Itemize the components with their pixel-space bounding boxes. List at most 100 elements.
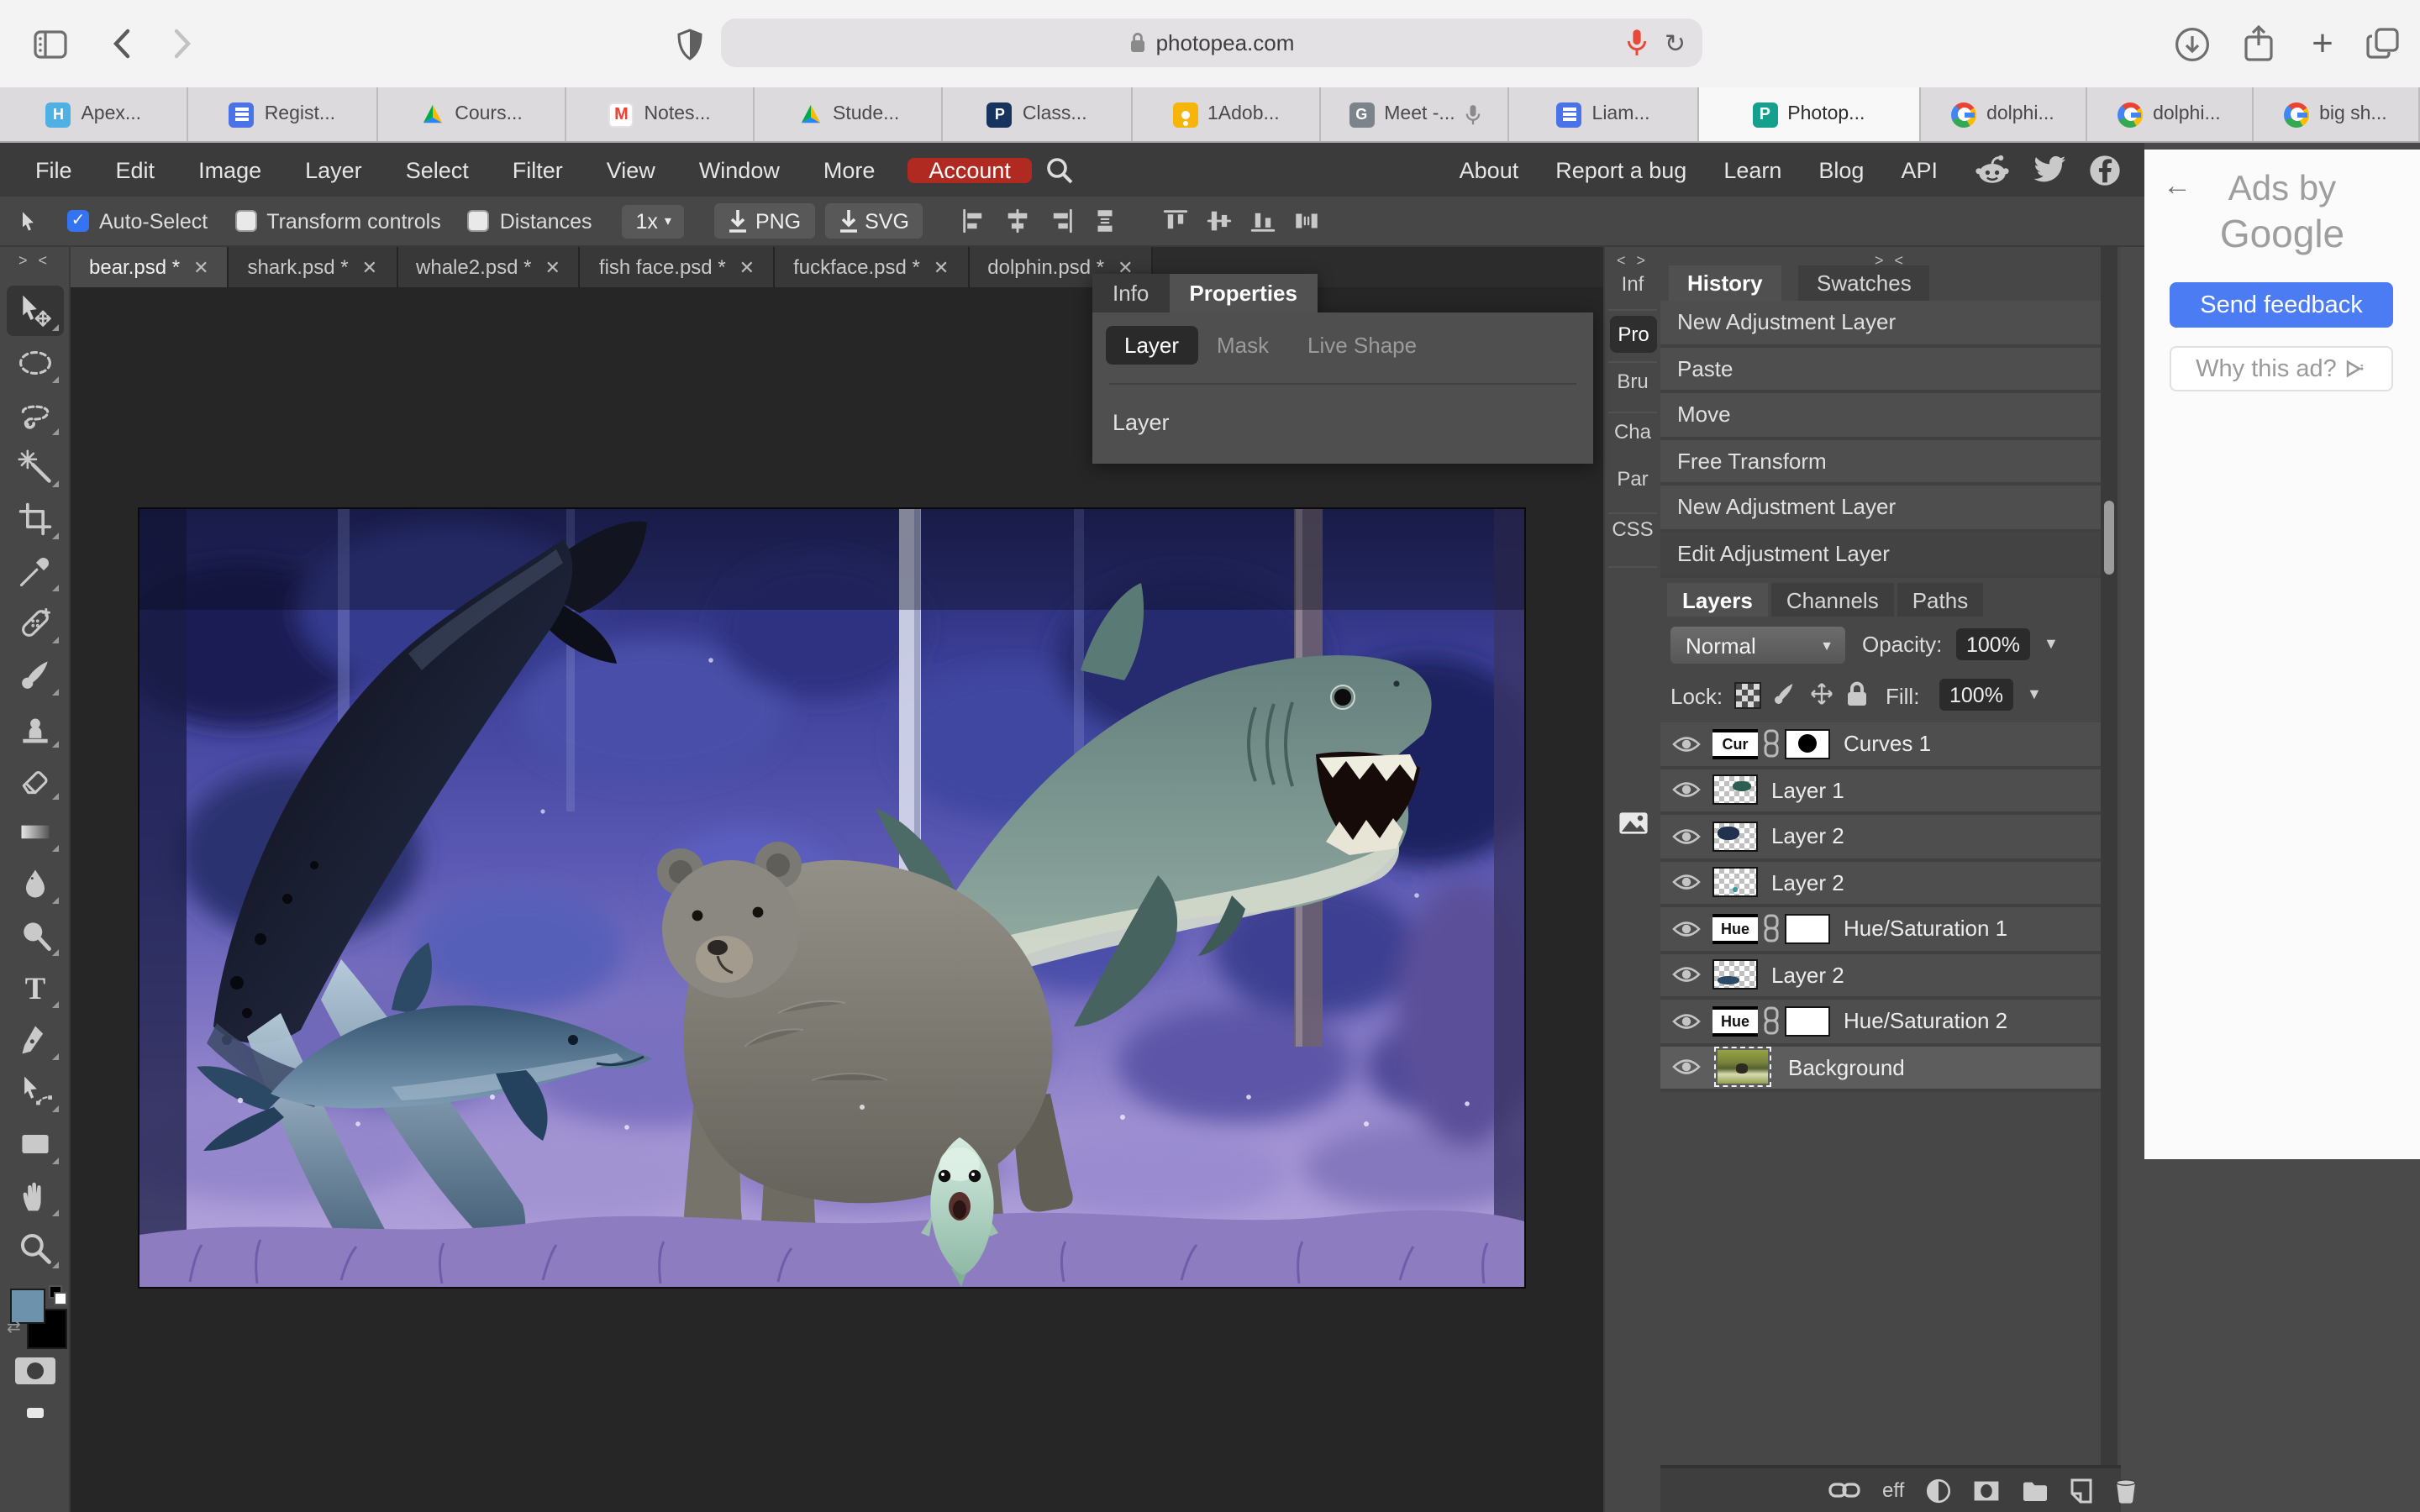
menu-file[interactable]: File bbox=[13, 157, 94, 182]
magic-wand-tool[interactable] bbox=[7, 442, 64, 492]
mask-thumbnail[interactable] bbox=[1785, 1006, 1830, 1037]
tab-properties[interactable]: Properties bbox=[1169, 274, 1318, 312]
layer-row-curves-1[interactable]: CurCurves 1 bbox=[1660, 722, 2101, 769]
tab-history[interactable]: History bbox=[1669, 265, 1781, 301]
mini-tab-pro[interactable]: Pro bbox=[1610, 316, 1657, 353]
mini-tab-bru[interactable]: Bru bbox=[1605, 370, 1660, 393]
distribute-v-icon[interactable] bbox=[1091, 207, 1119, 235]
option-distances[interactable]: Distances bbox=[468, 209, 592, 233]
shield-icon[interactable] bbox=[669, 24, 709, 64]
default-colors-icon-2[interactable] bbox=[54, 1292, 67, 1305]
search-icon[interactable] bbox=[1033, 155, 1088, 184]
blend-mode-select[interactable]: Normal▼ bbox=[1670, 627, 1845, 664]
history-item[interactable]: Edit Adjustment Layer bbox=[1660, 532, 2101, 578]
align-center-h-icon[interactable] bbox=[1003, 207, 1032, 235]
layer-row-layer-2[interactable]: Layer 2 bbox=[1660, 861, 2101, 907]
brush-tool[interactable] bbox=[7, 650, 64, 701]
option-transform-controls[interactable]: Transform controls bbox=[234, 209, 440, 233]
tab-paths[interactable]: Paths bbox=[1897, 583, 1984, 617]
mask-thumbnail[interactable] bbox=[1785, 729, 1830, 759]
background-thumbnail[interactable] bbox=[1718, 1051, 1768, 1084]
mic-icon[interactable] bbox=[1628, 29, 1648, 57]
pen-tool[interactable] bbox=[7, 1015, 64, 1065]
align-right-icon[interactable] bbox=[1047, 207, 1076, 235]
close-icon[interactable]: ✕ bbox=[362, 256, 377, 278]
visibility-eye-icon[interactable] bbox=[1672, 1058, 1701, 1078]
lock-paint-icon[interactable] bbox=[1771, 680, 1798, 712]
browser-tab-regist-[interactable]: Regist... bbox=[189, 87, 378, 141]
browser-tab-cours-[interactable]: Cours... bbox=[377, 87, 566, 141]
lock-all-icon[interactable] bbox=[1845, 680, 1869, 712]
link-layer-icon[interactable] bbox=[1828, 1480, 1860, 1500]
distribute-h-icon[interactable] bbox=[1292, 207, 1321, 235]
zoom-select[interactable]: 1x▾ bbox=[623, 204, 685, 238]
tab-overview-icon[interactable] bbox=[2363, 24, 2403, 64]
forward-icon[interactable] bbox=[161, 24, 202, 64]
menu-link-about[interactable]: About bbox=[1460, 157, 1519, 182]
layer-thumbnail[interactable] bbox=[1712, 868, 1758, 898]
picture-panel-icon[interactable] bbox=[1605, 811, 1660, 840]
menu-select[interactable]: Select bbox=[384, 157, 491, 182]
export-png-button[interactable]: PNG bbox=[715, 203, 814, 239]
align-left-icon[interactable] bbox=[960, 207, 988, 235]
menu-more[interactable]: More bbox=[802, 157, 897, 182]
browser-tab-class-[interactable]: PClass... bbox=[944, 87, 1133, 141]
export-svg-button[interactable]: SVG bbox=[824, 203, 923, 239]
document-tab-fuckface-psd-[interactable]: fuckface.psd *✕ bbox=[775, 247, 969, 287]
layer-row-hue-saturation-1[interactable]: HueHue/Saturation 1 bbox=[1660, 907, 2101, 953]
dock-scrollbar[interactable] bbox=[2101, 247, 2118, 1465]
menu-link-report-a-bug[interactable]: Report a bug bbox=[1555, 157, 1686, 182]
browser-tab-1adob-[interactable]: 1Adob... bbox=[1133, 87, 1322, 141]
browser-tab-dolphi-[interactable]: dolphi... bbox=[2086, 87, 2253, 141]
crop-tool[interactable] bbox=[7, 494, 64, 544]
visibility-eye-icon[interactable] bbox=[1672, 873, 1701, 893]
browser-tab-photop-[interactable]: PPhotop... bbox=[1698, 87, 1920, 141]
history-item[interactable]: Paste bbox=[1660, 347, 2101, 393]
browser-tab-meet-[interactable]: GMeet -... bbox=[1321, 87, 1510, 141]
delete-layer-icon[interactable] bbox=[2114, 1478, 2138, 1503]
document-tab-whale2-psd-[interactable]: whale2.psd *✕ bbox=[397, 247, 581, 287]
send-feedback-button[interactable]: Send feedback bbox=[2170, 282, 2393, 328]
tab-channels[interactable]: Channels bbox=[1771, 583, 1894, 617]
history-item[interactable]: Free Transform bbox=[1660, 439, 2101, 486]
adjustment-thumbnail[interactable]: Hue bbox=[1712, 914, 1758, 944]
path-select-tool[interactable] bbox=[7, 1067, 64, 1117]
facebook-icon[interactable] bbox=[2089, 154, 2121, 186]
new-layer-layer-icon[interactable] bbox=[2070, 1478, 2092, 1503]
account-button[interactable]: Account bbox=[907, 157, 1033, 182]
layer-thumbnail[interactable] bbox=[1712, 960, 1758, 990]
option-auto-select[interactable]: ✓Auto-Select bbox=[67, 209, 208, 233]
blur-tool[interactable] bbox=[7, 858, 64, 909]
visibility-eye-icon[interactable] bbox=[1672, 919, 1701, 939]
marquee-tool[interactable] bbox=[7, 338, 64, 388]
checkbox-checked[interactable]: ✓ bbox=[67, 210, 89, 232]
close-icon[interactable]: ✕ bbox=[739, 256, 755, 278]
reload-icon[interactable]: ↻ bbox=[1665, 28, 1686, 58]
folder-layer-icon[interactable] bbox=[2022, 1479, 2049, 1501]
healing-tool[interactable] bbox=[7, 598, 64, 648]
tab-layers[interactable]: Layers bbox=[1667, 583, 1768, 617]
swap-colors-icon[interactable]: ⇄ bbox=[7, 1319, 21, 1337]
mini-tab-inf[interactable]: Inf bbox=[1605, 272, 1660, 296]
align-bottom-icon[interactable] bbox=[1249, 207, 1277, 235]
document-tab-fish-face-psd-[interactable]: fish face.psd *✕ bbox=[581, 247, 775, 287]
align-top-icon[interactable] bbox=[1161, 207, 1190, 235]
screen-mode-icon[interactable] bbox=[27, 1408, 44, 1418]
history-item[interactable]: New Adjustment Layer bbox=[1660, 301, 2101, 347]
fill-field[interactable]: 100% bbox=[1939, 679, 2013, 711]
quick-mask-icon[interactable] bbox=[15, 1357, 55, 1384]
zoom-tool[interactable] bbox=[7, 1223, 64, 1273]
history-item[interactable]: Move bbox=[1660, 393, 2101, 439]
layer-thumbnail[interactable] bbox=[1712, 822, 1758, 852]
close-icon[interactable]: ✕ bbox=[193, 256, 208, 278]
download-icon[interactable] bbox=[2171, 24, 2212, 64]
mask-layer-icon[interactable] bbox=[1973, 1479, 2000, 1501]
checkbox-unchecked[interactable] bbox=[234, 210, 256, 232]
history-item[interactable]: New Adjustment Layer bbox=[1660, 486, 2101, 532]
menu-filter[interactable]: Filter bbox=[491, 157, 585, 182]
color-swatches[interactable]: ⇄ bbox=[7, 1285, 67, 1356]
address-bar[interactable]: photopea.com ↻ bbox=[721, 18, 1702, 67]
menu-image[interactable]: Image bbox=[176, 157, 283, 182]
mode-layer-button[interactable]: Layer bbox=[1106, 326, 1197, 365]
document-tab-shark-psd-[interactable]: shark.psd *✕ bbox=[229, 247, 398, 287]
